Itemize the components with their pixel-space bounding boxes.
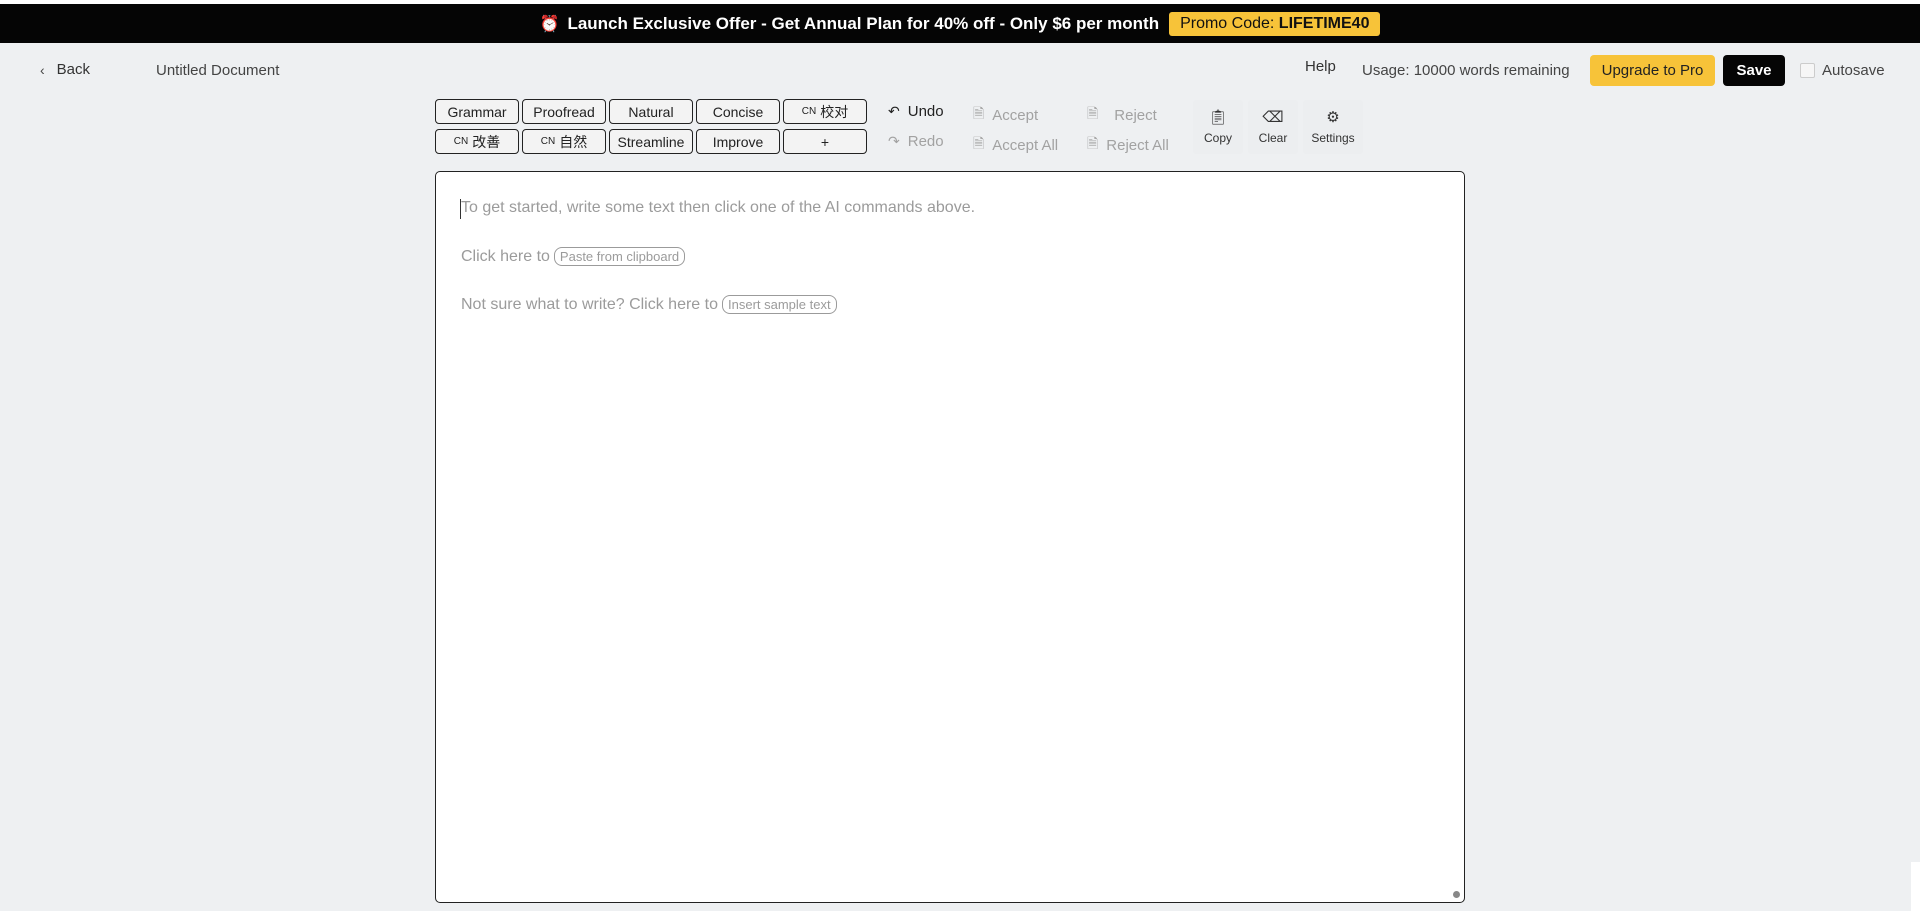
document-x-icon: 🗎 bbox=[1087, 135, 1099, 151]
document-check-icon: 🗎 bbox=[973, 135, 985, 151]
copy-label: Copy bbox=[1203, 130, 1232, 145]
redo-icon: ↷ bbox=[888, 133, 900, 149]
save-button[interactable]: Save bbox=[1723, 55, 1785, 86]
promo-banner: ⏰ Launch Exclusive Offer - Get Annual Pl… bbox=[0, 4, 1920, 43]
document-x-icon: 🗎 bbox=[1087, 105, 1099, 121]
reject-label: Reject bbox=[1114, 106, 1157, 124]
proofread-label: Proofread bbox=[533, 103, 595, 120]
usage-text: Usage: 10000 words remaining bbox=[1362, 62, 1570, 79]
text-editor[interactable]: To get started, write some text then cli… bbox=[435, 171, 1465, 903]
chevron-left-icon: ‹ bbox=[40, 61, 45, 78]
eraser-icon: ⌫ bbox=[1262, 108, 1284, 126]
cn-proofread-label: 校对 bbox=[820, 103, 849, 120]
sample-prompt-text: Not sure what to write? Click here to bbox=[461, 295, 718, 313]
undo-icon: ↶ bbox=[888, 103, 900, 119]
accept-all-label: Accept All bbox=[992, 136, 1059, 154]
concise-label: Concise bbox=[712, 103, 764, 120]
cn-prefix: CN bbox=[540, 136, 556, 147]
editor-placeholder: To get started, write some text then cli… bbox=[461, 199, 976, 216]
promo-code-badge: Promo Code: LIFETIME40 bbox=[1169, 11, 1381, 36]
back-label: Back bbox=[56, 61, 91, 78]
reject-all-button[interactable]: 🗎 Reject All bbox=[1087, 133, 1169, 157]
autosave-toggle[interactable]: Autosave bbox=[1800, 62, 1885, 79]
settings-button[interactable]: ⚙ Settings bbox=[1303, 100, 1363, 154]
insert-sample-text-button[interactable]: Insert sample text bbox=[722, 295, 837, 314]
upgrade-button[interactable]: Upgrade to Pro bbox=[1590, 55, 1715, 86]
reject-button[interactable]: 🗎 Reject bbox=[1087, 103, 1157, 127]
paste-from-clipboard-button[interactable]: Paste from clipboard bbox=[553, 247, 686, 266]
improve-button[interactable]: Improve bbox=[696, 129, 780, 154]
clear-button[interactable]: ⌫ Clear bbox=[1248, 100, 1298, 154]
redo-button[interactable]: ↷ Redo bbox=[888, 133, 944, 150]
resize-handle[interactable] bbox=[1453, 891, 1460, 898]
autosave-label: Autosave bbox=[1822, 62, 1885, 79]
streamline-button[interactable]: Streamline bbox=[609, 129, 693, 154]
cn-improve-label: 改善 bbox=[472, 133, 501, 150]
cn-prefix: CN bbox=[453, 136, 469, 147]
autosave-checkbox[interactable] bbox=[1800, 63, 1815, 78]
promo-code: LIFETIME40 bbox=[1278, 14, 1370, 32]
concise-button[interactable]: Concise bbox=[696, 99, 780, 124]
redo-label: Redo bbox=[907, 133, 944, 150]
grammar-button[interactable]: Grammar bbox=[435, 99, 519, 124]
alarm-clock-icon: ⏰ bbox=[539, 15, 560, 33]
document-check-icon: 🗎 bbox=[973, 105, 985, 121]
grammar-label: Grammar bbox=[447, 103, 507, 120]
reject-all-label: Reject All bbox=[1106, 136, 1169, 154]
copy-button[interactable]: 📋︎ Copy bbox=[1193, 100, 1243, 154]
help-link[interactable]: Help bbox=[1305, 58, 1336, 75]
undo-button[interactable]: ↶ Undo bbox=[888, 103, 944, 120]
settings-label: Settings bbox=[1311, 130, 1355, 145]
banner-text: Launch Exclusive Offer - Get Annual Plan… bbox=[567, 13, 1160, 33]
proofread-button[interactable]: Proofread bbox=[522, 99, 606, 124]
cn-proofread-button[interactable]: CN 校对 bbox=[783, 99, 867, 124]
scrollbar-corner bbox=[1911, 862, 1920, 911]
natural-button[interactable]: Natural bbox=[609, 99, 693, 124]
natural-label: Natural bbox=[628, 103, 674, 120]
cn-natural-button[interactable]: CN 自然 bbox=[522, 129, 606, 154]
cn-natural-label: 自然 bbox=[559, 133, 588, 150]
clear-label: Clear bbox=[1258, 130, 1288, 145]
promo-label: Promo Code: bbox=[1180, 14, 1279, 32]
undo-label: Undo bbox=[907, 103, 944, 120]
accept-button[interactable]: 🗎 Accept bbox=[973, 103, 1038, 127]
clipboard-icon: 📋︎ bbox=[1208, 108, 1228, 126]
accept-all-button[interactable]: 🗎 Accept All bbox=[973, 133, 1058, 157]
cn-prefix: CN bbox=[801, 106, 817, 117]
back-button[interactable]: ‹ Back bbox=[40, 61, 90, 78]
add-command-label: + bbox=[820, 133, 830, 150]
gear-icon: ⚙ bbox=[1326, 108, 1340, 126]
improve-label: Improve bbox=[712, 133, 764, 150]
sample-prompt-row: Not sure what to write? Click here to In… bbox=[461, 295, 837, 314]
paste-prompt-text: Click here to bbox=[461, 247, 550, 265]
accept-label: Accept bbox=[992, 106, 1039, 124]
header-bar: ‹ Back Untitled Document Help Usage: 100… bbox=[0, 52, 1920, 88]
paste-prompt-row: Click here to Paste from clipboard bbox=[461, 247, 686, 266]
streamline-label: Streamline bbox=[617, 133, 685, 150]
add-command-button[interactable]: + bbox=[783, 129, 867, 154]
document-title: Untitled Document bbox=[156, 62, 280, 79]
cn-improve-button[interactable]: CN 改善 bbox=[435, 129, 519, 154]
